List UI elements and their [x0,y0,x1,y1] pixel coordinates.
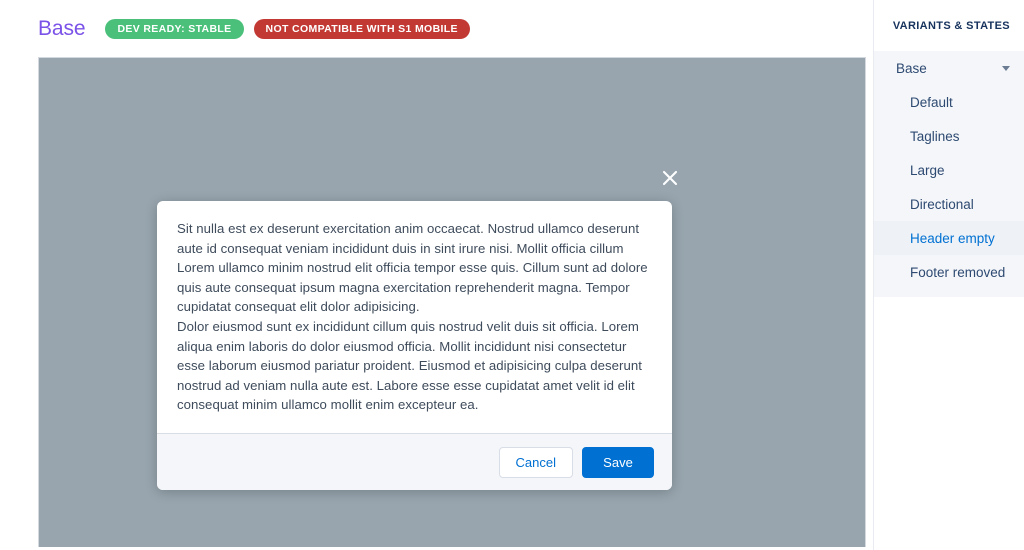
sidebar-item-footer-removed[interactable]: Footer removed [874,255,1024,289]
sidebar-header-label: VARIANTS & STATES [892,19,1010,32]
sidebar-item-label: Header empty [910,230,995,246]
sidebar-item-directional[interactable]: Directional [874,187,1024,221]
sidebar-item-header-empty[interactable]: Header empty [874,221,1024,255]
page-title: Base [38,17,86,40]
sidebar-item-label: Default [910,94,953,110]
close-icon[interactable] [656,164,684,192]
modal-dialog: Sit nulla est ex deserunt exercitation a… [157,201,672,490]
sidebar-item-list: Base Default Taglines Large Directional … [874,51,1024,297]
sidebar-item-label: Taglines [910,128,960,144]
sidebar-item-taglines[interactable]: Taglines [874,119,1024,153]
sidebar-item-large[interactable]: Large [874,153,1024,187]
sidebar-item-base[interactable]: Base [874,51,1024,85]
sidebar-item-default[interactable]: Default [874,85,1024,119]
sidebar-item-label: Large [910,162,945,178]
status-badge-compatibility: NOT COMPATIBLE WITH S1 MOBILE [253,18,470,39]
save-button[interactable]: Save [582,446,654,478]
status-badge-dev-ready: DEV READY: STABLE [105,18,244,39]
modal-paragraph-2: Dolor eiusmod sunt ex incididunt cillum … [177,318,642,413]
modal-paragraph-1: Sit nulla est ex deserunt exercitation a… [177,221,648,315]
cancel-button[interactable]: Cancel [498,446,573,478]
modal-body: Sit nulla est ex deserunt exercitation a… [157,201,672,433]
sidebar-item-label: Directional [910,196,974,212]
chevron-down-icon[interactable] [1002,65,1010,71]
modal-footer: Cancel Save [157,433,672,490]
page-header: Base DEV READY: STABLE NOT COMPATIBLE WI… [0,0,874,57]
sidebar-header: VARIANTS & STATES [874,0,1024,51]
sidebar-item-label: Footer removed [910,264,1006,280]
variants-sidebar: VARIANTS & STATES Base Default Taglines … [873,0,1024,550]
sidebar-item-label: Base [896,60,927,76]
